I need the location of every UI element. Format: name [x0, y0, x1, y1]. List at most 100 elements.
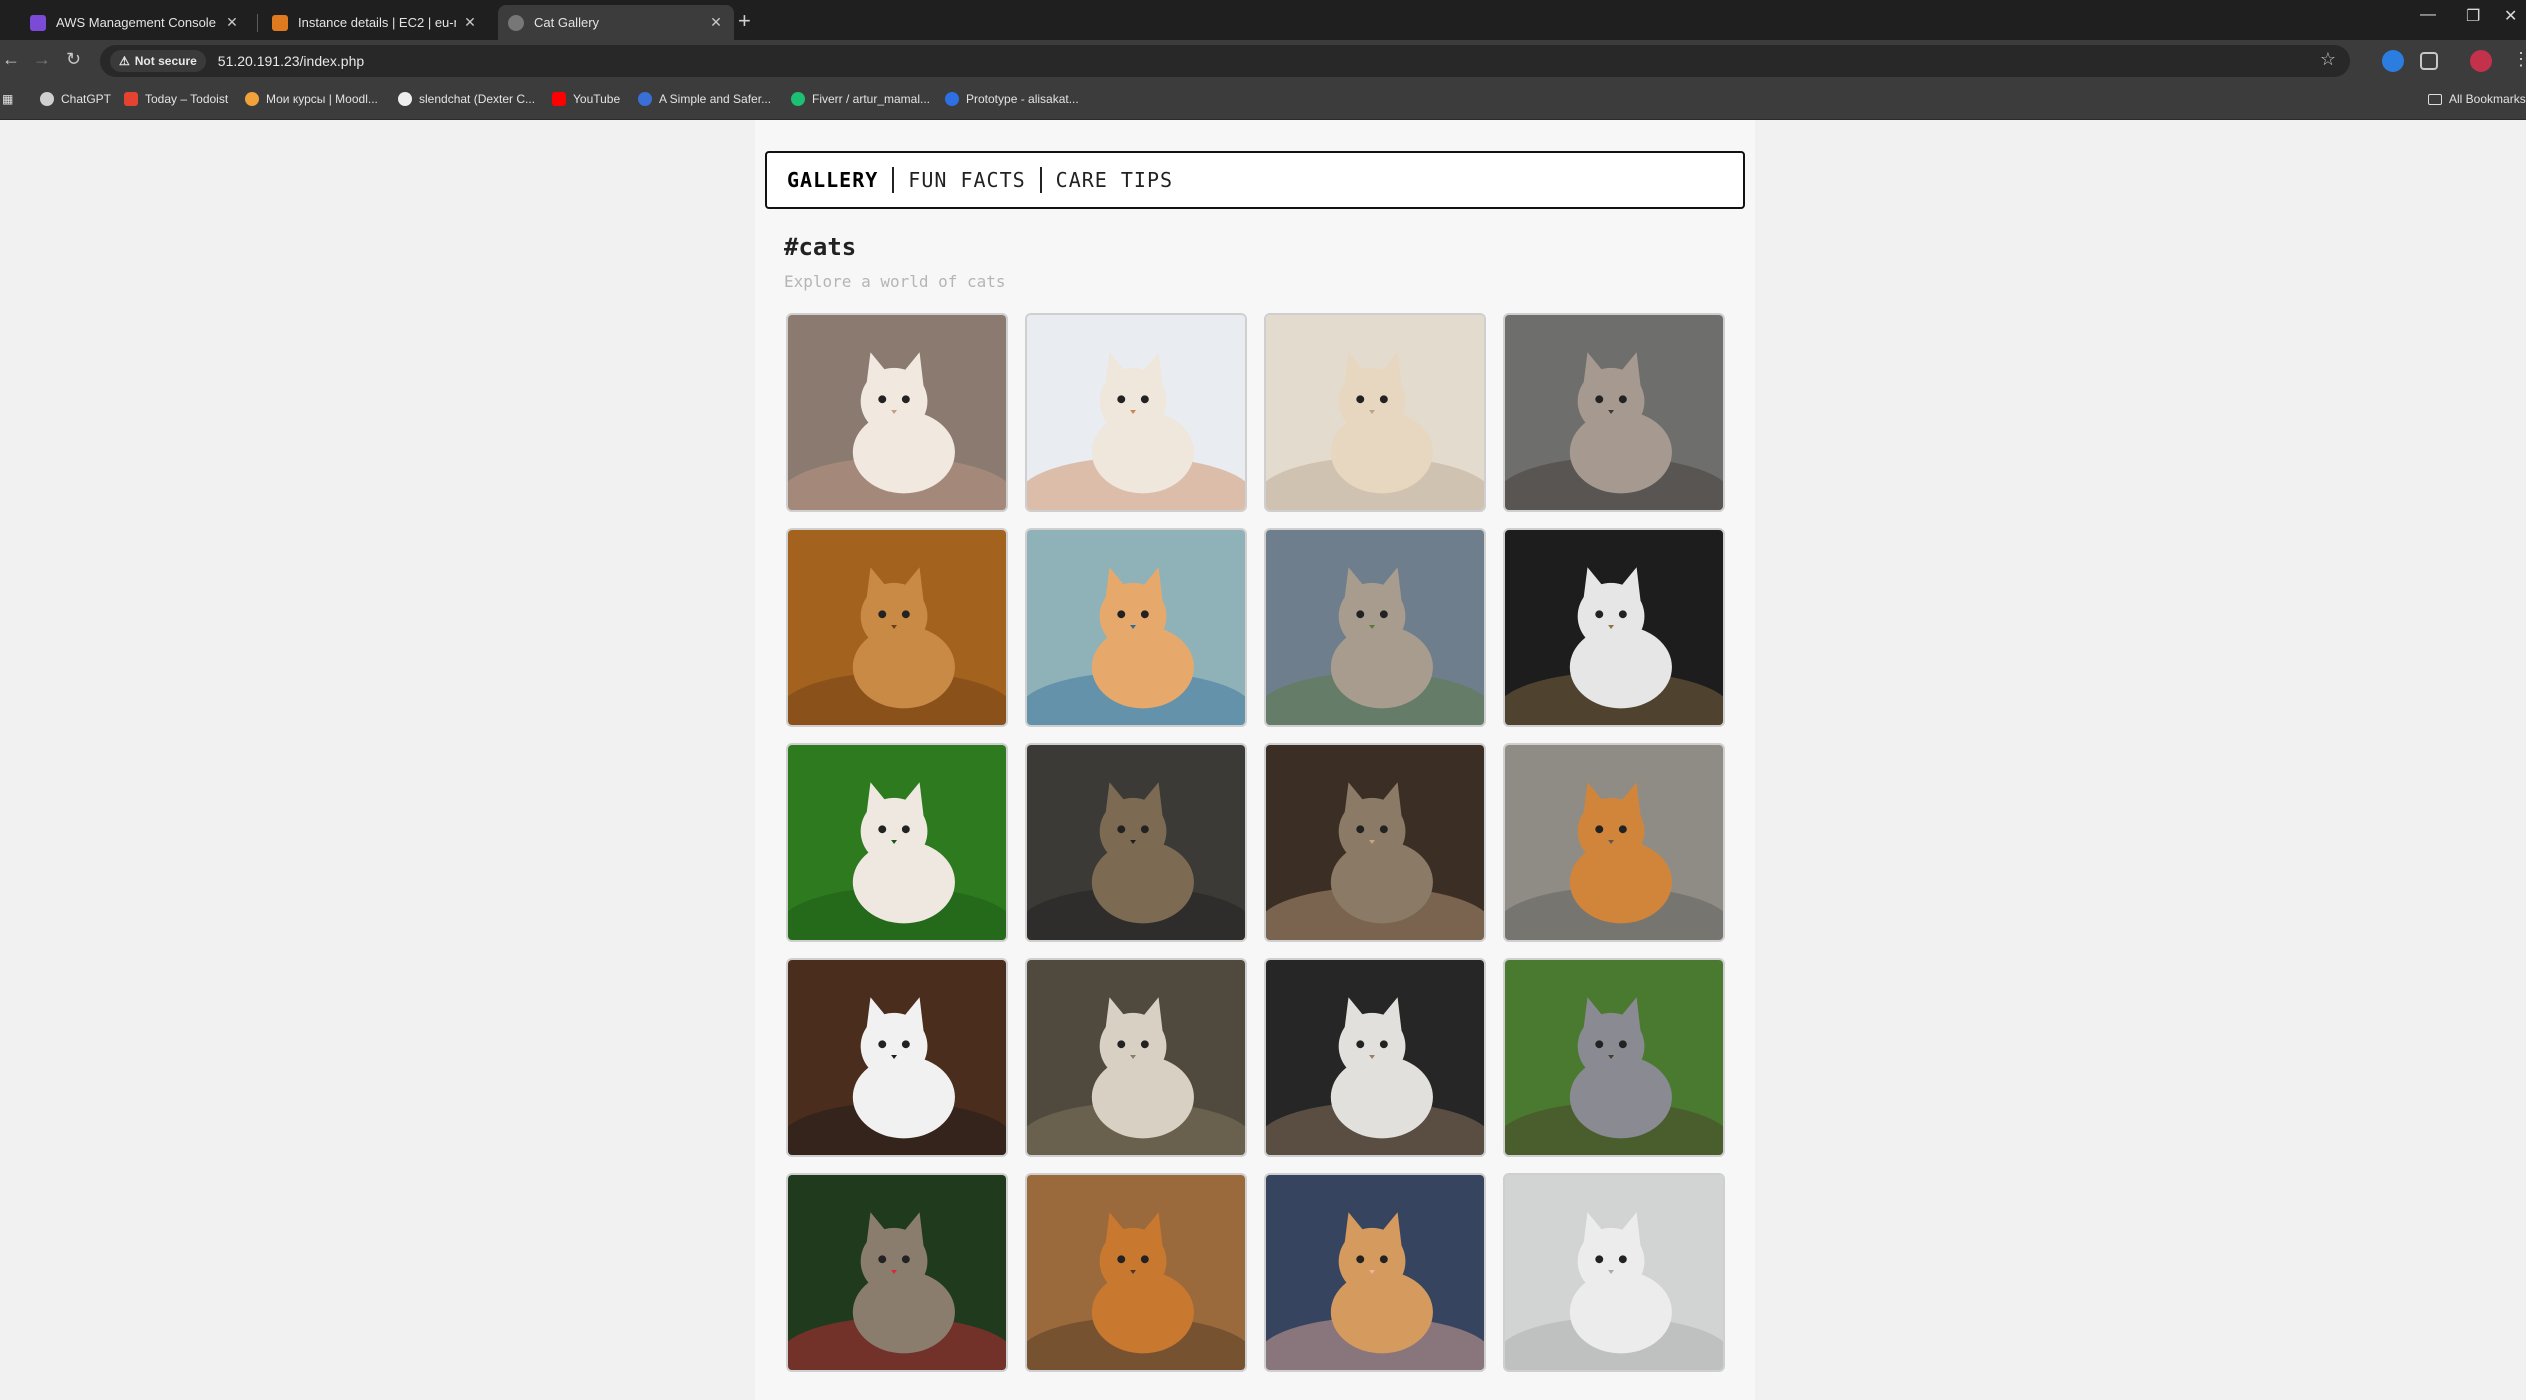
cat-image: [1505, 315, 1723, 510]
cat-image: [1027, 315, 1245, 510]
folder-icon: [2428, 93, 2442, 105]
all-bookmarks[interactable]: All Bookmarks: [2428, 92, 2526, 106]
bookmark-moodle[interactable]: Мои курсы | Moodl...: [245, 92, 378, 106]
window-close-button[interactable]: ✕: [2504, 6, 2517, 26]
security-chip[interactable]: ⚠ Not secure: [110, 50, 206, 72]
cat-photo[interactable]: [786, 743, 1008, 942]
url-text: 51.20.191.23/index.php: [217, 53, 365, 69]
cat-photo[interactable]: [1264, 1173, 1486, 1372]
cat-photo[interactable]: [1025, 1173, 1247, 1372]
menu-kebab-icon[interactable]: ⋮: [2512, 49, 2526, 70]
cat-image: [1266, 960, 1484, 1155]
omnibox[interactable]: ⚠ Not secure 51.20.191.23/index.php ☆: [100, 45, 2350, 77]
tab-cat-gallery[interactable]: Cat Gallery ✕: [498, 5, 734, 40]
new-tab-button[interactable]: +: [738, 8, 751, 34]
cat-photo[interactable]: [786, 1173, 1008, 1372]
tab-title: AWS Management Console: [56, 15, 216, 30]
cat-photo[interactable]: [1503, 528, 1725, 727]
fiverr-icon: [791, 92, 805, 106]
cat-image: [788, 745, 1006, 940]
tab-separator: [257, 14, 258, 32]
cat-image: [1027, 530, 1245, 725]
extension-icon[interactable]: [2382, 50, 2404, 72]
bookmark-youtube[interactable]: YouTube: [552, 92, 620, 106]
cat-photo[interactable]: [1503, 958, 1725, 1157]
cat-image: [788, 1175, 1006, 1370]
cat-photo[interactable]: [1264, 958, 1486, 1157]
cat-image: [1027, 960, 1245, 1155]
bookmark-star-icon[interactable]: ☆: [2320, 49, 2336, 70]
profile-avatar-icon[interactable]: [2470, 50, 2492, 72]
cat-photo[interactable]: [1025, 743, 1247, 942]
bookmark-label: Today – Todoist: [145, 92, 229, 106]
bookmark-label: Fiverr / artur_mamal...: [812, 92, 931, 106]
bookmark-label: ChatGPT: [61, 92, 112, 106]
tab-title: Instance details | EC2 | eu-north: [298, 15, 456, 30]
forward-button[interactable]: →: [33, 49, 51, 70]
content-column: GALLERY FUN FACTS CARE TIPS #cats Explor…: [755, 120, 1755, 1400]
bookmark-label: A Simple and Safer...: [659, 92, 772, 106]
cat-photo[interactable]: [1503, 743, 1725, 942]
paypal-icon: [638, 92, 652, 106]
cat-image: [1266, 1175, 1484, 1370]
cat-image: [1505, 745, 1723, 940]
bookmark-prototype[interactable]: Prototype - alisakat...: [945, 92, 1079, 106]
bookmark-github[interactable]: slendchat (Dexter C...: [398, 92, 535, 106]
tab-aws-console[interactable]: AWS Management Console ✕: [20, 5, 250, 40]
bookmark-chatgpt[interactable]: ChatGPT: [40, 92, 111, 106]
puzzle-icon[interactable]: [2420, 52, 2438, 70]
security-label: Not secure: [134, 54, 197, 68]
nav-gallery[interactable]: GALLERY: [787, 168, 892, 192]
tab-title: Cat Gallery: [534, 15, 600, 30]
bookmark-simple-safer[interactable]: A Simple and Safer...: [638, 92, 771, 106]
nav-care-tips[interactable]: CARE TIPS: [1042, 168, 1187, 192]
restore-button[interactable]: ❐: [2466, 6, 2480, 26]
cat-photo[interactable]: [1264, 528, 1486, 727]
tab-ec2-instance[interactable]: Instance details | EC2 | eu-north ✕: [262, 5, 488, 40]
close-icon[interactable]: ✕: [462, 14, 478, 31]
cat-photo[interactable]: [1025, 958, 1247, 1157]
bookmark-label: All Bookmarks: [2449, 92, 2526, 106]
bookmark-label: YouTube: [573, 92, 621, 106]
prototype-icon: [945, 92, 959, 106]
globe-icon: [508, 14, 524, 31]
cat-image: [1027, 745, 1245, 940]
address-toolbar: ← → ↻ ⚠ Not secure 51.20.191.23/index.ph…: [0, 40, 2526, 82]
cat-image: [1505, 530, 1723, 725]
page-viewport: GALLERY FUN FACTS CARE TIPS #cats Explor…: [0, 120, 2526, 1400]
cat-image: [1505, 960, 1723, 1155]
cat-image: [1266, 315, 1484, 510]
cat-image: [788, 960, 1006, 1155]
close-icon[interactable]: ✕: [224, 14, 240, 31]
cat-image: [788, 315, 1006, 510]
close-icon[interactable]: ✕: [708, 14, 724, 31]
bookmarks-bar: ▦ ChatGPT Today – Todoist Мои курсы | Mo…: [0, 82, 2526, 120]
cat-photo[interactable]: [1025, 313, 1247, 512]
cat-photo[interactable]: [786, 958, 1008, 1157]
cat-image: [788, 530, 1006, 725]
chatgpt-icon: [40, 92, 54, 106]
ec2-icon: [272, 14, 288, 31]
bookmark-label: Мои курсы | Moodl...: [266, 92, 378, 106]
bookmark-todoist[interactable]: Today – Todoist: [124, 92, 228, 106]
nav-fun-facts[interactable]: FUN FACTS: [894, 168, 1039, 192]
bookmark-fiverr[interactable]: Fiverr / artur_mamal...: [791, 92, 930, 106]
minimize-button[interactable]: —: [2420, 6, 2436, 24]
cat-photo[interactable]: [1025, 528, 1247, 727]
cat-photo[interactable]: [1264, 313, 1486, 512]
cat-photo[interactable]: [786, 528, 1008, 727]
reload-button[interactable]: ↻: [66, 49, 81, 70]
todoist-icon: [124, 92, 138, 106]
github-icon: [398, 92, 412, 106]
bookmark-label: Prototype - alisakat...: [966, 92, 1079, 106]
cat-photo[interactable]: [1503, 1173, 1725, 1372]
warning-icon: ⚠: [119, 54, 130, 68]
youtube-icon: [552, 92, 566, 106]
cat-photo[interactable]: [1503, 313, 1725, 512]
cat-photo[interactable]: [786, 313, 1008, 512]
bookmark-label: slendchat (Dexter C...: [419, 92, 536, 106]
cat-photo[interactable]: [1264, 743, 1486, 942]
back-button[interactable]: ←: [2, 49, 20, 70]
apps-grid-icon[interactable]: ▦: [2, 92, 13, 106]
cat-gallery-grid: [786, 313, 1726, 1372]
